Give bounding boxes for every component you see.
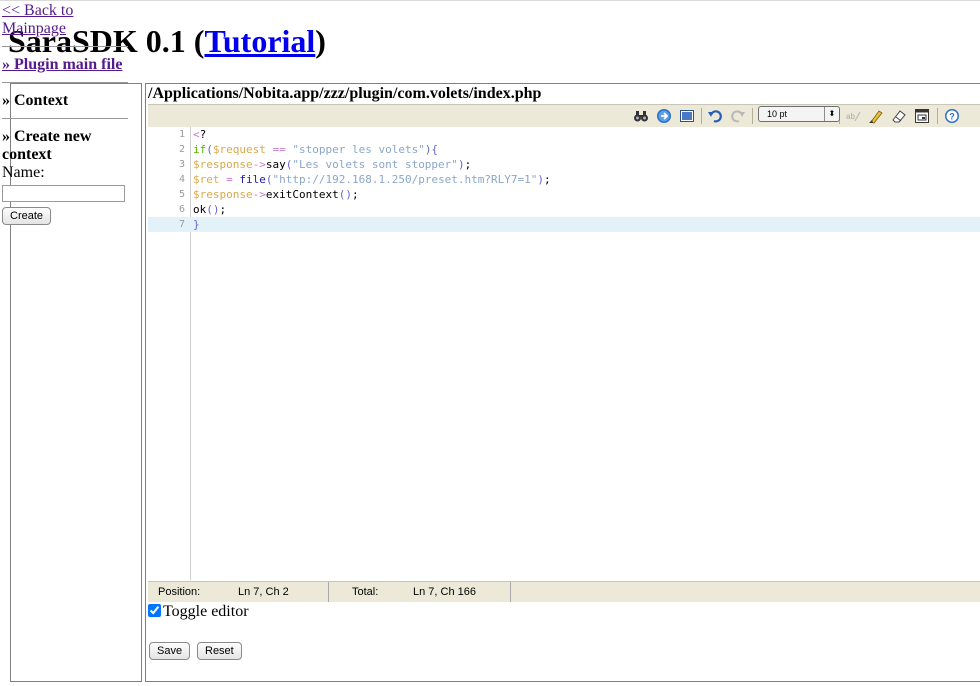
status-separator [328, 582, 329, 602]
line-number: 1 [178, 129, 185, 140]
code-text: <? [193, 128, 207, 141]
highlight-icon[interactable] [868, 108, 884, 124]
total-label: Total: [352, 586, 379, 598]
code-text: $response->exitContext(); [193, 188, 359, 201]
top-border [0, 0, 980, 1]
help-icon[interactable]: ? [944, 108, 960, 124]
line-number: 6 [178, 204, 185, 215]
spellcheck-icon[interactable]: ab [845, 108, 861, 124]
code-line: 6 ok(); [148, 202, 980, 217]
code-text: $response->say("Les volets sont stopper"… [193, 158, 472, 171]
back-to-mainpage-link[interactable]: << Back to Mainpage [2, 2, 73, 37]
toggle-editor[interactable]: Toggle editor [148, 602, 249, 622]
reset-highlight-icon[interactable] [891, 108, 907, 124]
divider [2, 46, 128, 47]
fullscreen-icon[interactable] [679, 108, 695, 124]
create-button[interactable]: Create [2, 207, 52, 225]
toolbar-separator [752, 108, 753, 124]
code-text: } [193, 218, 200, 231]
editor-status-bar: Position: Ln 7, Ch 2 Total: Ln 7, Ch 166 [148, 581, 980, 602]
toggle-editor-checkbox[interactable] [148, 604, 161, 617]
editor-toolbar: ab ? [148, 104, 980, 128]
font-size-select[interactable]: 10 pt ⬍ [758, 106, 840, 122]
toggle-editor-label: Toggle editor [163, 603, 249, 620]
syntax-toggle-icon[interactable] [914, 108, 930, 124]
svg-text:ab: ab [846, 112, 855, 121]
search-icon[interactable] [633, 108, 649, 124]
context-name-input[interactable] [2, 185, 125, 202]
toolbar-separator [937, 108, 938, 124]
undo-icon[interactable] [707, 108, 723, 124]
code-line: 4 $ret = file("http://192.168.1.250/prese… [148, 172, 980, 187]
code-text: $ret = file("http://192.168.1.250/preset… [193, 173, 551, 186]
position-value: Ln 7, Ch 2 [238, 586, 289, 598]
title-suffix: ) [315, 23, 326, 59]
status-separator [510, 582, 511, 602]
position-label: Position: [158, 586, 201, 598]
save-button[interactable]: Save [149, 642, 191, 660]
line-number: 4 [178, 174, 185, 185]
code-line: 5 $response->exitContext(); [148, 187, 980, 202]
divider [2, 82, 128, 83]
line-number: 3 [178, 159, 185, 170]
code-text: ok(); [193, 203, 227, 216]
plugin-main-file-link[interactable]: » Plugin main file [2, 56, 122, 73]
reset-button[interactable]: Reset [197, 642, 242, 660]
code-line: 1 <? [148, 127, 980, 142]
name-label: Name: [2, 164, 45, 181]
code-text: if($request == "stopper les volets"){ [193, 143, 439, 156]
code-line-active: 7} [148, 217, 980, 232]
total-value: Ln 7, Ch 166 [413, 586, 476, 598]
redo-icon[interactable] [730, 108, 746, 124]
goto-line-icon[interactable] [656, 108, 672, 124]
line-number: 5 [178, 189, 185, 200]
divider [2, 118, 128, 119]
font-size-value: 10 pt [767, 109, 788, 119]
create-context-heading: » Create new context [2, 128, 92, 163]
code-editor[interactable]: 1 <? 2 if($request == "stopper les volets"… [148, 127, 980, 580]
sidebar-content: << Back to Mainpage » Plugin main file »… [2, 2, 128, 225]
line-number: 2 [178, 144, 185, 155]
code-line: 2 if($request == "stopper les volets"){ [148, 142, 980, 157]
tutorial-link[interactable]: Tutorial [204, 23, 315, 59]
select-arrow-icon: ⬍ [824, 107, 839, 121]
context-heading: » Context [2, 92, 69, 109]
svg-text:?: ? [949, 112, 955, 122]
code-line: 3 $response->say("Les volets sont stopper… [148, 157, 980, 172]
line-number: 7 [178, 219, 185, 230]
file-path: /Applications/Nobita.app/zzz/plugin/com.… [148, 85, 542, 102]
toolbar-separator [701, 108, 702, 124]
